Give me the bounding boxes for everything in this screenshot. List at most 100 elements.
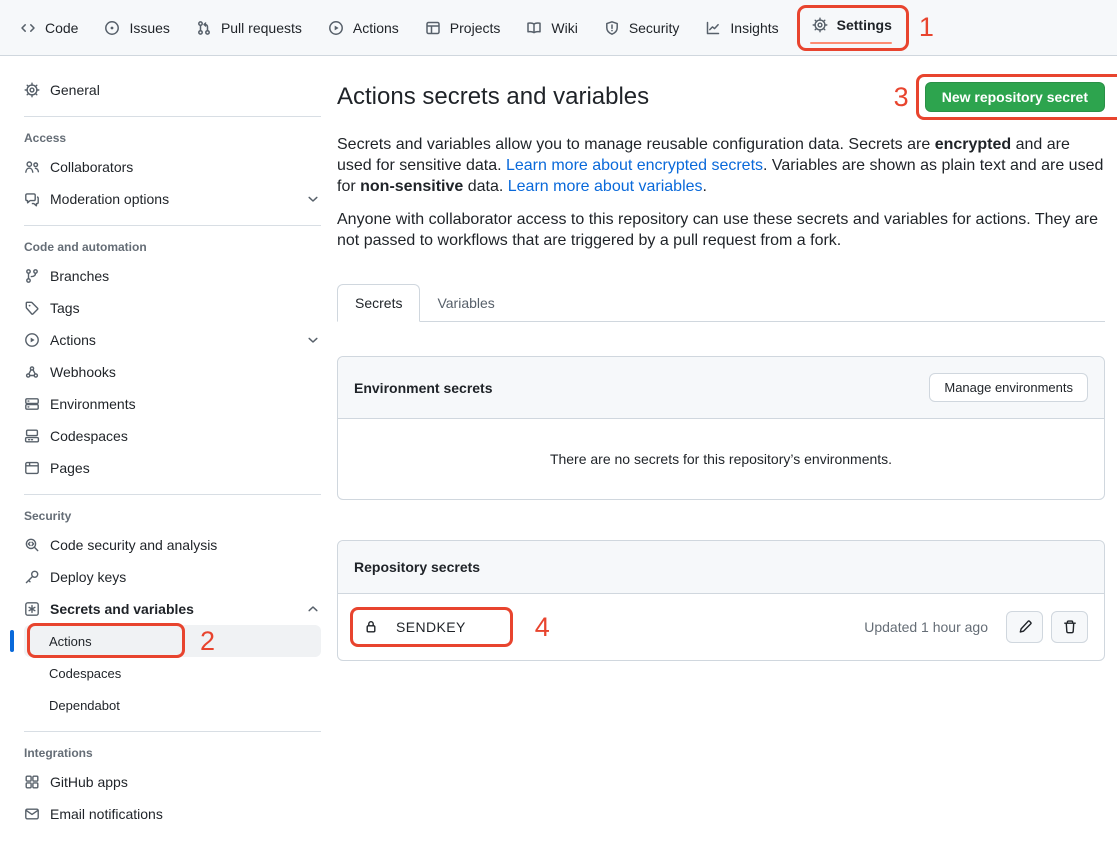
trash-icon (1062, 619, 1078, 635)
sidebar-subitem-actions[interactable]: Actions 2 (24, 625, 321, 657)
main-content: Actions secrets and variables 3 New repo… (337, 56, 1105, 661)
nav-tab-settings[interactable]: Settings (797, 5, 909, 51)
edit-secret-button[interactable] (1006, 611, 1043, 643)
nav-tab-projects[interactable]: Projects (415, 14, 511, 42)
sidebar-subitem-codespaces[interactable]: Codespaces (24, 657, 321, 689)
sidebar-item-label: Deploy keys (50, 569, 126, 585)
mail-icon (24, 806, 40, 822)
annotation-number-4: 4 (535, 614, 550, 641)
sidebar-item-moderation-options[interactable]: Moderation options (24, 183, 321, 215)
environment-secrets-title: Environment secrets (354, 380, 493, 396)
annotation-box-4: SENDKEY (350, 607, 513, 647)
nav-tab-security[interactable]: Security (594, 14, 690, 42)
nav-tab-actions[interactable]: Actions (318, 14, 409, 42)
nav-tab-code[interactable]: Code (10, 14, 88, 42)
annotation-number-2: 2 (200, 628, 215, 655)
sidebar-item-github-apps[interactable]: GitHub apps (24, 766, 321, 798)
access-paragraph: Anyone with collaborator access to this … (337, 209, 1105, 251)
annotation-number-3: 3 (894, 84, 909, 111)
sidebar-item-general[interactable]: General (24, 74, 321, 106)
sidebar-item-label: Secrets and variables (50, 601, 194, 617)
nav-tab-label: Wiki (551, 20, 577, 36)
intro-paragraph: Secrets and variables allow you to manag… (337, 134, 1105, 197)
sidebar-item-label: Email notifications (50, 806, 163, 822)
sidebar-item-email-notifications[interactable]: Email notifications (24, 798, 321, 830)
lock-icon (363, 619, 379, 635)
sidebar-item-label: Pages (50, 460, 90, 476)
inline-link[interactable]: Learn more about variables (508, 178, 703, 195)
new-repository-secret-button[interactable]: New repository secret (925, 82, 1105, 112)
sidebar-divider (24, 225, 321, 226)
discussion-icon (24, 191, 40, 207)
sidebar-item-environments[interactable]: Environments (24, 388, 321, 420)
nav-tab-label: Code (45, 20, 78, 36)
nav-tab-label: Insights (730, 20, 778, 36)
table-icon (425, 20, 441, 36)
tab-variables[interactable]: Variables (420, 285, 511, 321)
environment-secrets-empty-text: There are no secrets for this repository… (338, 419, 1104, 499)
gear-icon (24, 82, 40, 98)
sidebar-section-header: Integrations (24, 746, 321, 760)
sidebar-item-tags[interactable]: Tags (24, 292, 321, 324)
sidebar-item-code-security[interactable]: Code security and analysis (24, 529, 321, 561)
sidebar-item-collaborators[interactable]: Collaborators (24, 151, 321, 183)
chevron-down-icon (305, 332, 321, 348)
sidebar-item-codespaces[interactable]: Codespaces (24, 420, 321, 452)
webhook-icon (24, 364, 40, 380)
sidebar-item-label: Environments (50, 396, 136, 412)
sidebar-item-label: Moderation options (50, 191, 169, 207)
sidebar-subitem-label: Dependabot (49, 698, 120, 713)
nav-tab-pull-requests[interactable]: Pull requests (186, 14, 312, 42)
sidebar-item-branches[interactable]: Branches (24, 260, 321, 292)
sidebar-divider (24, 494, 321, 495)
inline-link[interactable]: Learn more about encrypted secrets (506, 157, 763, 174)
sidebar-item-label: Codespaces (50, 428, 128, 444)
play-icon (328, 20, 344, 36)
apps-icon (24, 774, 40, 790)
shield-icon (604, 20, 620, 36)
sidebar-item-webhooks[interactable]: Webhooks (24, 356, 321, 388)
repository-secrets-card: Repository secrets SENDKEY 4 Updated 1 h… (337, 540, 1105, 661)
sidebar-divider (24, 116, 321, 117)
tab-secrets[interactable]: Secrets (337, 284, 420, 322)
sidebar-item-label: General (50, 82, 100, 98)
sidebar-item-label: Actions (50, 332, 96, 348)
sidebar-item-label: Branches (50, 268, 109, 284)
sidebar-subitem-label: Codespaces (49, 666, 121, 681)
sidebar-divider (24, 731, 321, 732)
nav-tab-label: Settings (837, 17, 892, 33)
page-title: Actions secrets and variables (337, 83, 894, 111)
sidebar-item-label: Webhooks (50, 364, 116, 380)
sidebar-section-header: Security (24, 509, 321, 523)
browser-icon (24, 460, 40, 476)
manage-environments-button[interactable]: Manage environments (929, 373, 1088, 402)
active-tab-underline (810, 42, 892, 44)
book-icon (526, 20, 542, 36)
nav-tab-wiki[interactable]: Wiki (516, 14, 587, 42)
git-branch-icon (24, 268, 40, 284)
nav-tab-insights[interactable]: Insights (695, 14, 788, 42)
graph-icon (705, 20, 721, 36)
secret-row: SENDKEY 4 Updated 1 hour ago (338, 594, 1104, 660)
tag-icon (24, 300, 40, 316)
active-item-indicator (10, 630, 14, 652)
delete-secret-button[interactable] (1051, 611, 1088, 643)
sidebar-section-header: Code and automation (24, 240, 321, 254)
environment-secrets-card: Environment secrets Manage environments … (337, 356, 1105, 500)
nav-tab-issues[interactable]: Issues (94, 14, 179, 42)
issue-opened-icon (104, 20, 120, 36)
key-asterisk-icon (24, 601, 40, 617)
sidebar-subitem-label: Actions (49, 634, 92, 649)
code-icon (20, 20, 36, 36)
sidebar-item-pages[interactable]: Pages (24, 452, 321, 484)
sidebar-item-deploy-keys[interactable]: Deploy keys (24, 561, 321, 593)
sidebar-item-label: Code security and analysis (50, 537, 217, 553)
settings-sidebar: General Access Collaborators Moderation … (0, 56, 337, 867)
pull-request-icon (196, 20, 212, 36)
sidebar-section-header: Access (24, 131, 321, 145)
sidebar-item-actions[interactable]: Actions (24, 324, 321, 356)
sidebar-item-secrets-and-variables[interactable]: Secrets and variables (24, 593, 321, 625)
codespaces-icon (24, 428, 40, 444)
sidebar-subitem-dependabot[interactable]: Dependabot (24, 689, 321, 721)
nav-tab-label: Security (629, 20, 680, 36)
